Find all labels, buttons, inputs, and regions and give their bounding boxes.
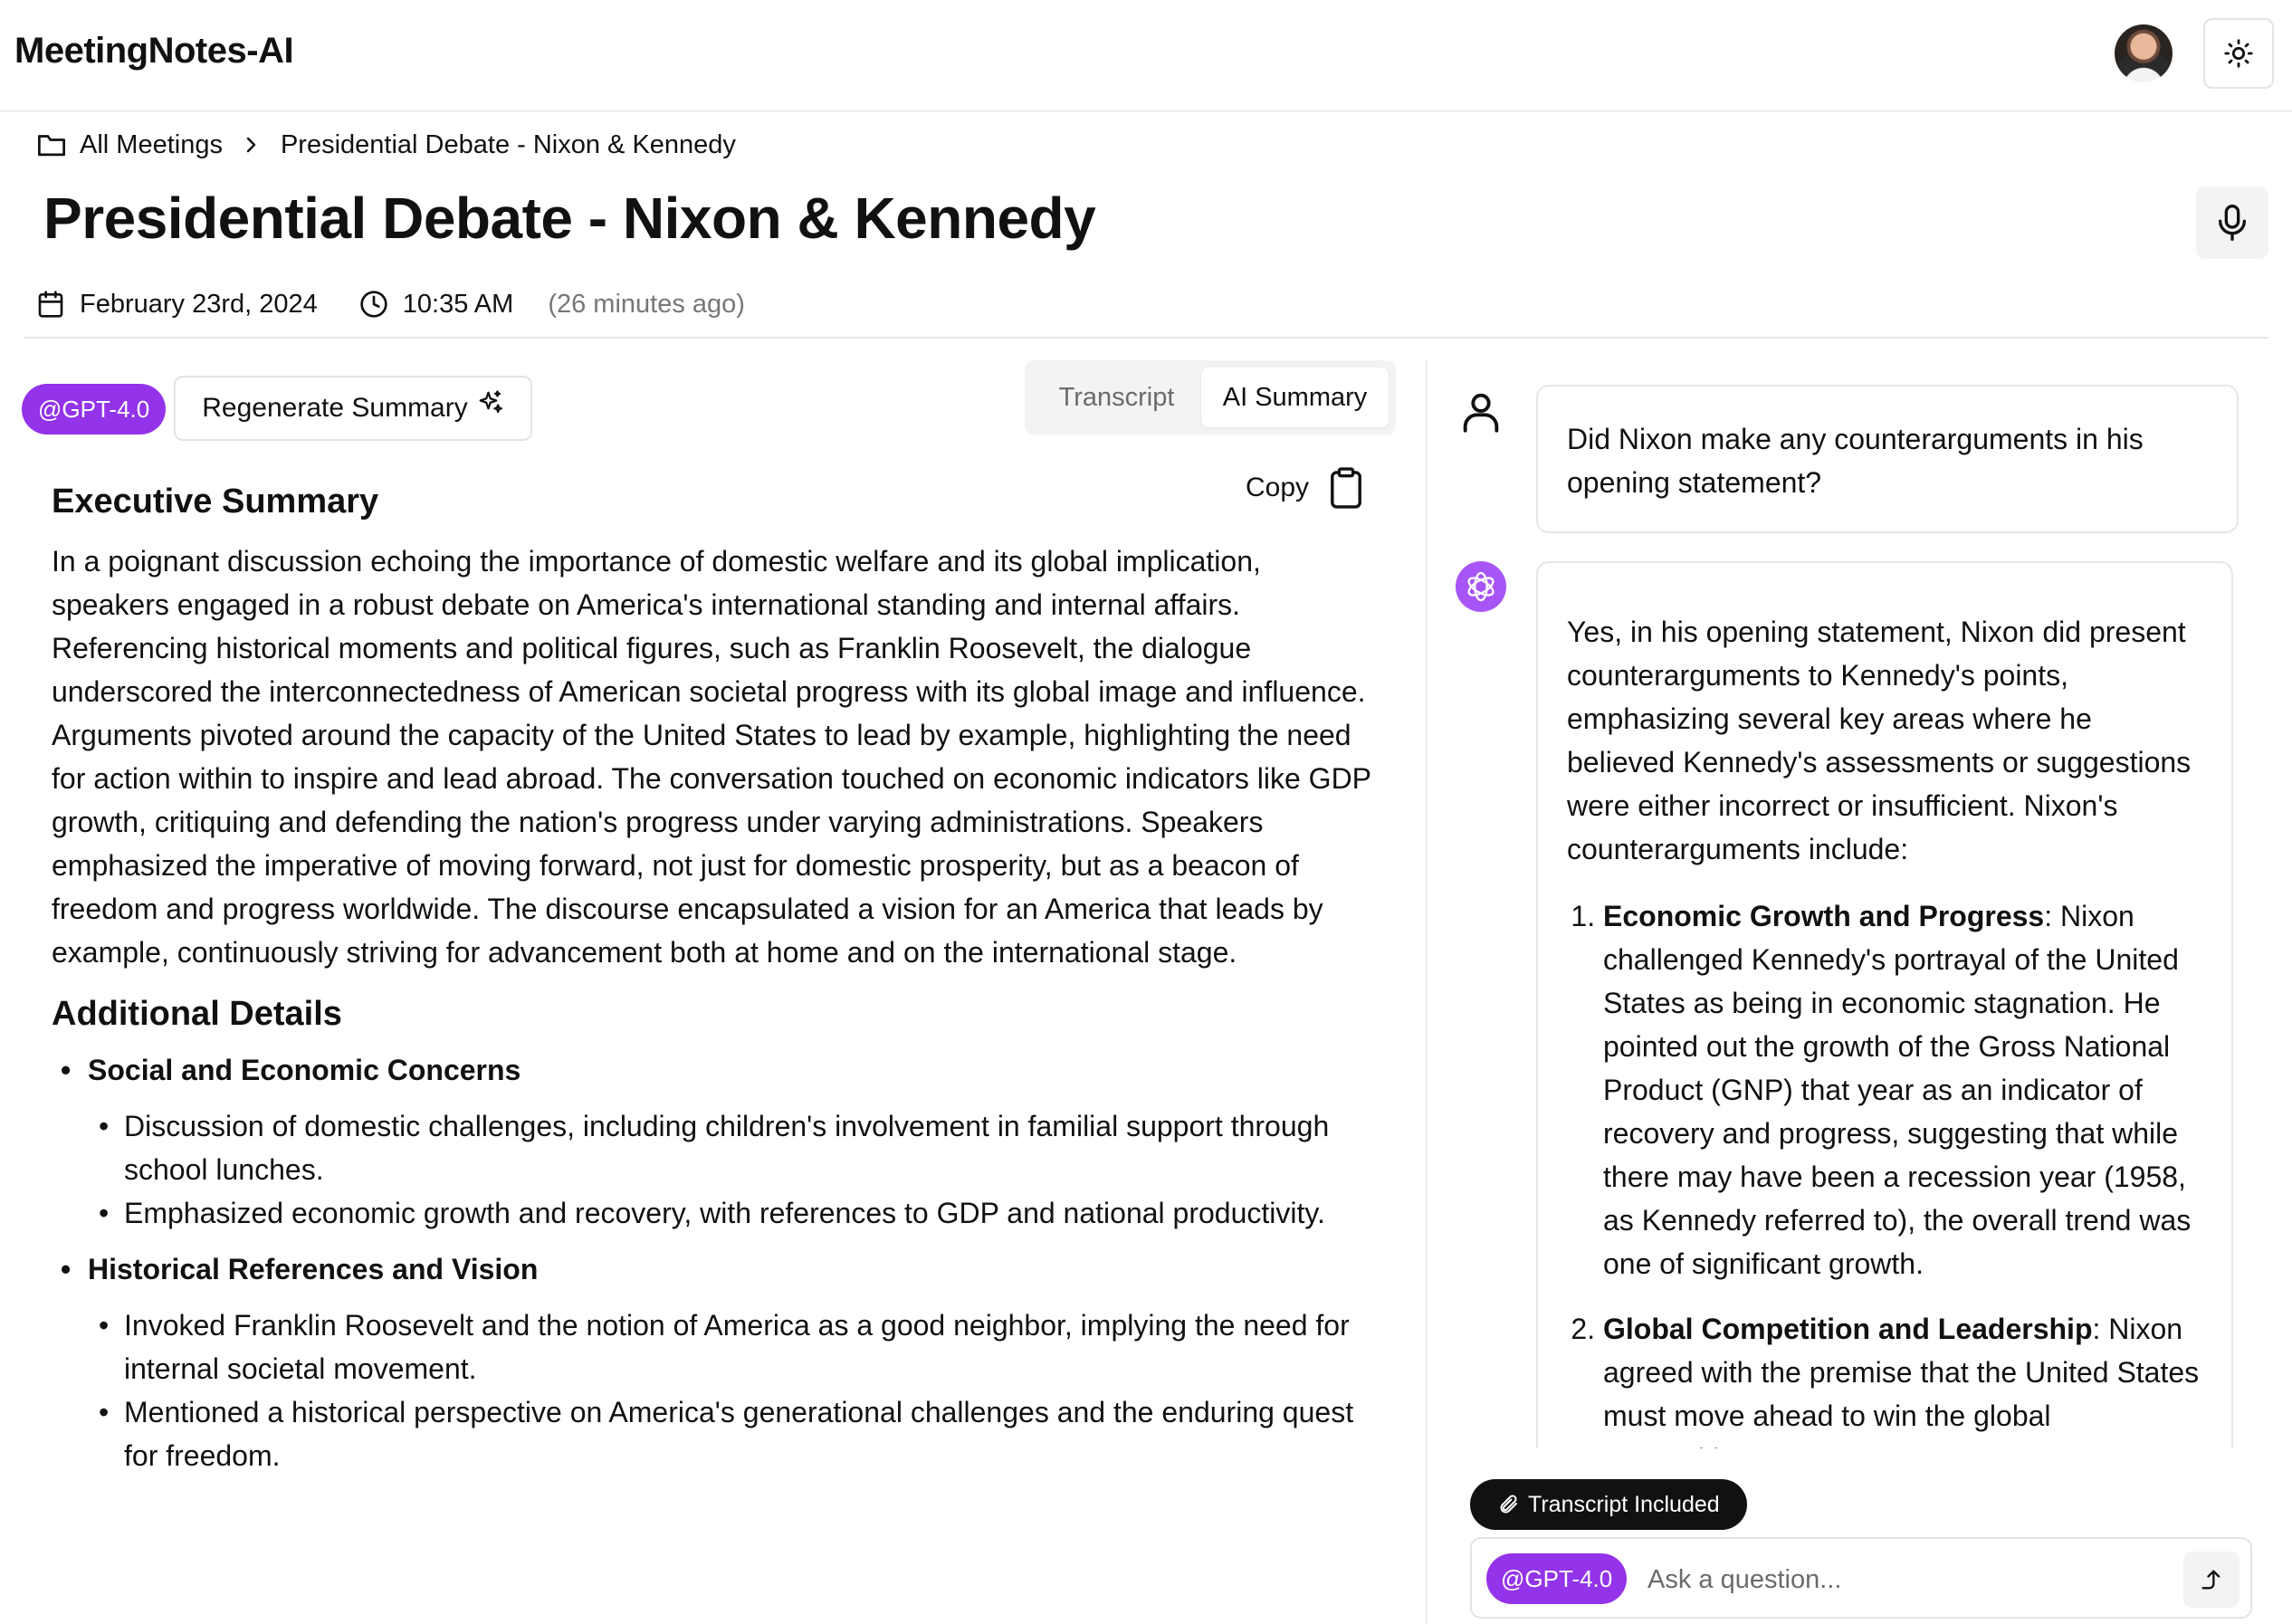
summary-panel: Executive Summary In a poignant discussi…	[52, 478, 1373, 1544]
meeting-date-text: February 23rd, 2024	[80, 289, 318, 319]
app-title: MeetingNotes-AI	[14, 31, 294, 71]
list-item: Economic Growth and Progress: Nixon chal…	[1603, 894, 2202, 1285]
details-section: Historical References and Vision Invoked…	[52, 1247, 1373, 1477]
copy-label: Copy	[1246, 473, 1310, 502]
panel-divider	[1426, 360, 1428, 1624]
regenerate-summary-button[interactable]: Regenerate Summary	[174, 376, 532, 441]
meeting-relative-time: (26 minutes ago)	[548, 289, 745, 319]
transcript-included-label: Transcript Included	[1528, 1491, 1720, 1517]
chat-model-badge[interactable]: @GPT-4.0	[1486, 1553, 1628, 1604]
sun-icon	[2224, 39, 2253, 68]
user-icon	[1463, 393, 1499, 433]
page-title: Presidential Debate - Nixon & Kennedy	[43, 186, 1096, 251]
details-sublist: Discussion of domestic challenges, inclu…	[88, 1104, 1373, 1235]
paperclip-icon	[1500, 1495, 1517, 1514]
tab-transcript[interactable]: Transcript	[1032, 368, 1201, 427]
details-section: Social and Economic Concerns Discussion …	[52, 1048, 1373, 1235]
list-item: Invoked Franklin Roosevelt and the notio…	[88, 1304, 1373, 1390]
meeting-meta: February 23rd, 2024 10:35 AM (26 minutes…	[36, 286, 745, 322]
tab-ai-summary[interactable]: AI Summary	[1201, 368, 1389, 427]
details-section-title: Social and Economic Concerns	[88, 1054, 521, 1086]
chevron-right-icon	[246, 137, 256, 153]
executive-summary-text: In a poignant discussion echoing the imp…	[52, 545, 1371, 969]
model-badge[interactable]: @GPT-4.0	[22, 384, 167, 435]
ai-message-intro: Yes, in his opening statement, Nixon did…	[1567, 616, 2192, 865]
list-item: Mentioned a historical perspective on Am…	[88, 1390, 1373, 1477]
details-list: Social and Economic Concerns Discussion …	[52, 1048, 1373, 1477]
details-sublist: Invoked Franklin Roosevelt and the notio…	[88, 1304, 1373, 1477]
send-icon	[2201, 1570, 2220, 1590]
calendar-icon	[38, 291, 63, 318]
ai-points-list: Economic Growth and Progress: Nixon chal…	[1567, 894, 2202, 1448]
microphone-icon	[2219, 205, 2246, 242]
ai-avatar	[1456, 561, 1506, 612]
top-header: MeetingNotes-AI	[0, 0, 2292, 112]
breadcrumb-all-meetings[interactable]: All Meetings	[80, 130, 223, 160]
view-tabs: Transcript AI Summary	[1025, 360, 1396, 435]
meeting-time: 10:35 AM	[359, 289, 514, 320]
meeting-date: February 23rd, 2024	[36, 290, 318, 320]
transcript-included-pill[interactable]: Transcript Included	[1470, 1479, 1747, 1530]
send-button[interactable]	[2183, 1552, 2239, 1608]
user-message: Did Nixon make any counterarguments in h…	[1536, 385, 2239, 533]
executive-summary-heading: Executive Summary	[52, 482, 379, 521]
copy-button[interactable]: Copy	[1246, 467, 1363, 509]
breadcrumb-current: Presidential Debate - Nixon & Kennedy	[280, 129, 736, 159]
sparkles-icon	[479, 390, 502, 414]
user-avatar[interactable]	[2115, 24, 2173, 82]
additional-details-heading: Additional Details	[52, 995, 342, 1033]
list-item: Discussion of domestic challenges, inclu…	[88, 1104, 1373, 1191]
clipboard-icon	[1331, 467, 1361, 509]
theme-toggle-button[interactable]	[2203, 18, 2274, 89]
folder-icon	[37, 135, 65, 157]
regenerate-summary-label: Regenerate Summary	[202, 393, 468, 423]
ask-input[interactable]	[1646, 1555, 2156, 1604]
ai-message: Yes, in his opening statement, Nixon did…	[1536, 561, 2233, 1448]
openai-icon	[1467, 571, 1495, 602]
record-button[interactable]	[2196, 186, 2268, 259]
ask-bar: @GPT-4.0	[1470, 1537, 2252, 1619]
point-title: Economic Growth and Progress	[1603, 900, 2045, 932]
point-text: : Nixon challenged Kennedy's portrayal o…	[1603, 900, 2192, 1280]
list-item: Emphasized economic growth and recovery,…	[88, 1191, 1373, 1235]
point-title: Global Competition and Leadership	[1603, 1313, 2093, 1345]
breadcrumb: All Meetings Presidential Debate - Nixon…	[36, 127, 736, 163]
divider	[24, 337, 2268, 339]
meeting-time-text: 10:35 AM	[402, 289, 514, 319]
clock-icon	[360, 291, 387, 318]
list-item: Global Competition and Leadership: Nixon…	[1603, 1307, 2202, 1448]
details-section-title: Historical References and Vision	[88, 1253, 539, 1285]
